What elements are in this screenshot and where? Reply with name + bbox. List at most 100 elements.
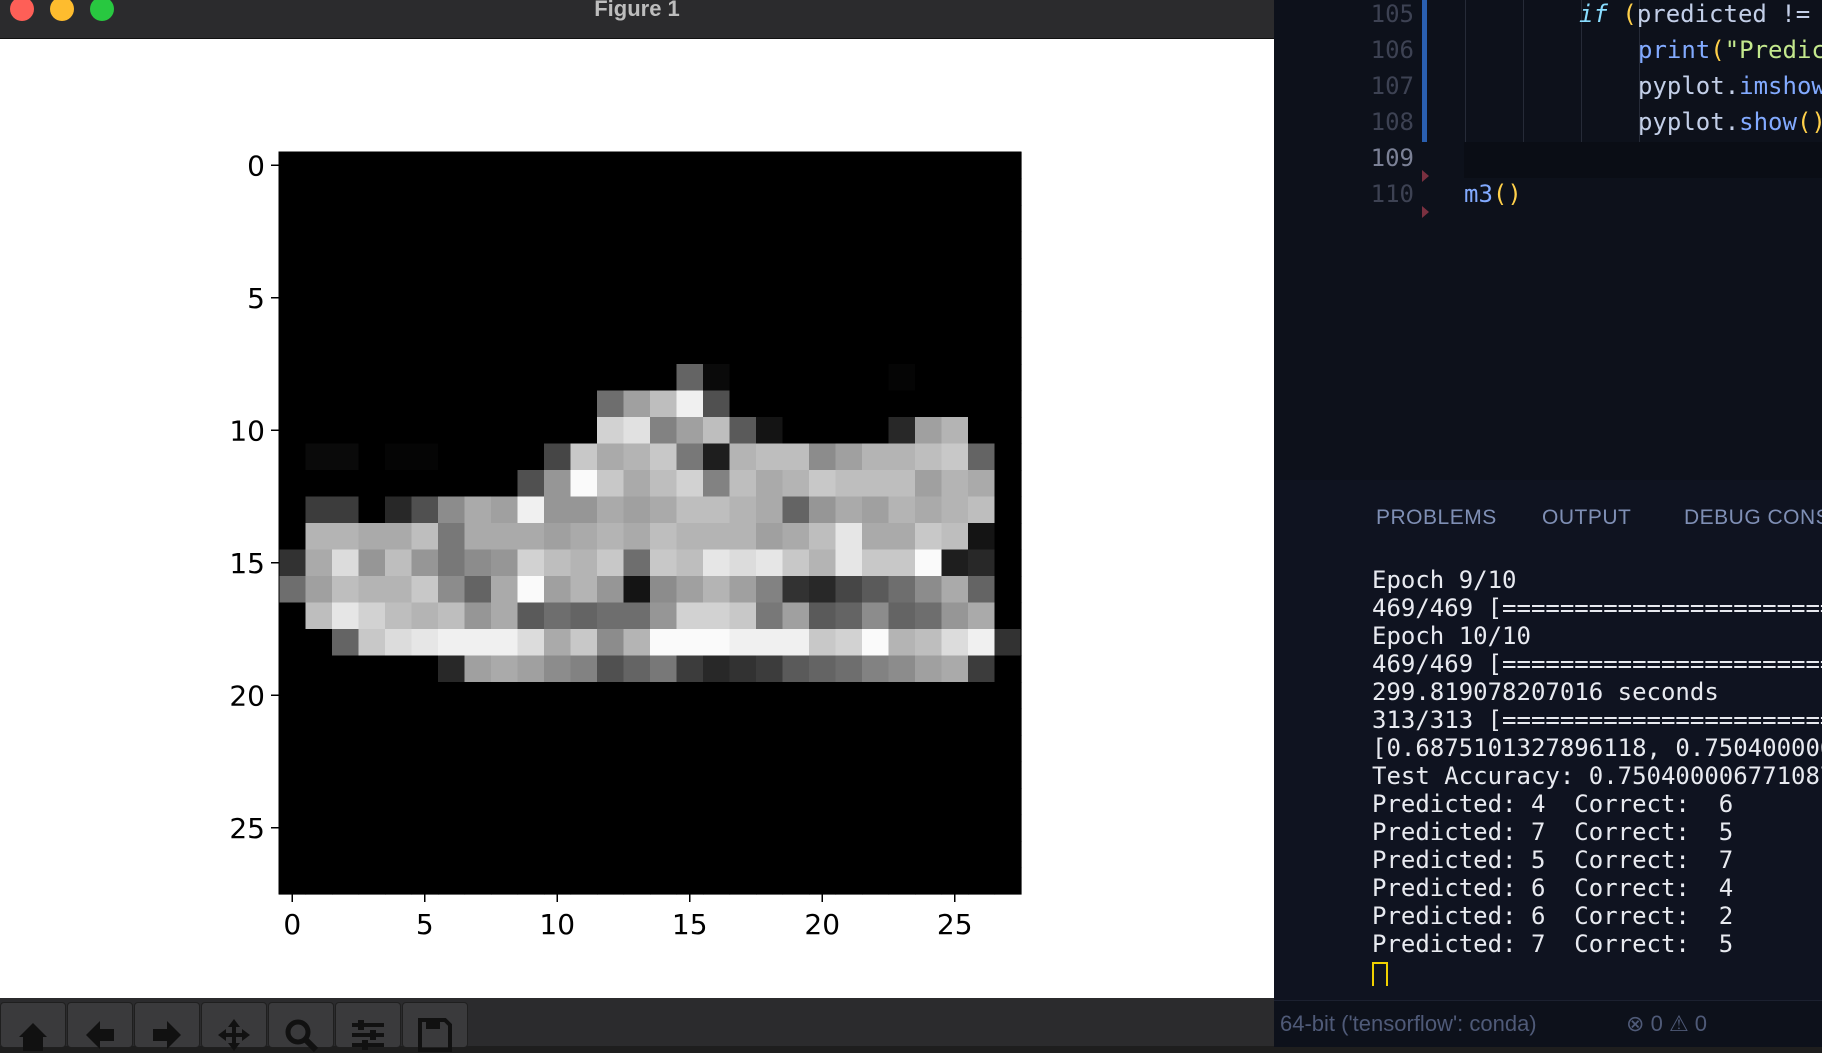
heatmap-cell [623, 496, 651, 524]
heatmap-cell [862, 205, 890, 233]
heatmap-cell [650, 761, 678, 789]
heatmap-cell [835, 337, 863, 365]
heatmap-cell [358, 549, 386, 577]
heatmap-cell [915, 284, 943, 312]
heatmap-cell [888, 708, 916, 736]
heatmap-cell [835, 496, 863, 524]
x-axis: 0 5 10 15 20 25 [283, 894, 973, 941]
heatmap-cell [279, 602, 307, 630]
heatmap-cell [676, 364, 704, 392]
heatmap-cell [279, 576, 307, 604]
heatmap-cell [517, 841, 545, 869]
heatmap-cell [597, 708, 625, 736]
tab-output[interactable]: OUTPUT [1542, 506, 1631, 530]
keyword: if [1579, 0, 1608, 28]
heatmap-cell [438, 841, 466, 869]
heatmap-cell [438, 576, 466, 604]
heatmap-cell [332, 152, 360, 180]
heatmap-cell [279, 655, 307, 683]
heatmap-cell [597, 682, 625, 710]
heatmap-cell [517, 814, 545, 842]
heatmap-cell [835, 629, 863, 657]
heatmap-cell [438, 496, 466, 524]
heatmap-cell [835, 417, 863, 445]
heatmap-cell [835, 258, 863, 286]
heatmap-cell [305, 523, 333, 551]
heatmap-cell [915, 576, 943, 604]
tab-debug-console[interactable]: DEBUG CONS [1684, 506, 1822, 530]
heatmap-cell [968, 205, 996, 233]
heatmap-cell [305, 841, 333, 869]
heatmap-cell [941, 311, 969, 339]
heatmap-cell [464, 284, 492, 312]
heatmap-cell [729, 549, 757, 577]
bottom-panel: PROBLEMS OUTPUT DEBUG CONS Epoch 9/10 469… [1274, 480, 1822, 1000]
heatmap-cell [570, 682, 598, 710]
heatmap-cell [570, 629, 598, 657]
heatmap-cell [862, 788, 890, 816]
heatmap-cell [279, 867, 307, 895]
heatmap-cell [623, 178, 651, 206]
heatmap-cell [305, 867, 333, 895]
heatmap-cell [650, 841, 678, 869]
heatmap-cell [676, 284, 704, 312]
terminal-line: Predicted: 7 Correct: 5 [1372, 818, 1734, 846]
heatmap-cell [782, 523, 810, 551]
heatmap-cell [782, 735, 810, 763]
heatmap-cell [888, 231, 916, 259]
heatmap-cell [358, 152, 386, 180]
zoom-button[interactable] [268, 1002, 334, 1053]
heatmap-cell [597, 337, 625, 365]
tab-problems[interactable]: PROBLEMS [1376, 506, 1497, 530]
terminal-output[interactable]: Epoch 9/10 469/469 [=====================… [1372, 566, 1822, 986]
image-heatmap [279, 152, 1022, 895]
heatmap-cell [703, 390, 731, 418]
save-figure-button[interactable] [402, 1002, 468, 1052]
heatmap-cell [358, 602, 386, 630]
heatmap-cell [782, 549, 810, 577]
heatmap-cell [782, 761, 810, 789]
heatmap-cell [385, 549, 413, 577]
terminal-line: Test Accuracy: 0.7504000067710876 [1372, 762, 1822, 790]
heatmap-cell [464, 496, 492, 524]
heatmap-cell [464, 364, 492, 392]
heatmap-cell [915, 258, 943, 286]
heatmap-cell [279, 629, 307, 657]
heatmap-cell [994, 814, 1022, 842]
pan-button[interactable] [201, 1002, 267, 1051]
heatmap-cell [464, 178, 492, 206]
line-number: 109 [1370, 144, 1414, 172]
heatmap-cell [411, 205, 439, 233]
heatmap-cell [835, 523, 863, 551]
heatmap-cell [915, 443, 943, 471]
heatmap-cell [650, 311, 678, 339]
heatmap-cell [491, 867, 519, 895]
forward-button[interactable] [134, 1002, 200, 1049]
heatmap-cell [544, 231, 572, 259]
heatmap-cell [332, 417, 360, 445]
heatmap-cell [650, 443, 678, 471]
heatmap-cell [915, 390, 943, 418]
heatmap-cell [915, 735, 943, 763]
heatmap-cell [438, 708, 466, 736]
home-button[interactable] [0, 1002, 66, 1051]
python-interpreter-status[interactable]: 64-bit ('tensorflow': conda) [1280, 1011, 1537, 1037]
window-titlebar[interactable]: Figure 1 [0, 0, 1274, 39]
back-button[interactable] [67, 1002, 133, 1049]
code-editor[interactable]: 105 106 107 108 109 110 if (predicted !=… [1274, 0, 1822, 480]
heatmap-cell [968, 576, 996, 604]
heatmap-cell [411, 549, 439, 577]
heatmap-cell [756, 152, 784, 180]
window-title: Figure 1 [594, 0, 680, 21]
function-name: show [1739, 108, 1797, 136]
heatmap-cell [756, 629, 784, 657]
problems-status[interactable]: ⊗ 0 ⚠ 0 [1626, 1011, 1707, 1037]
heatmap-cell [915, 629, 943, 657]
heatmap-cell [862, 337, 890, 365]
heatmap-cell [756, 284, 784, 312]
heatmap-cell [888, 735, 916, 763]
configure-subplots-button[interactable] [335, 1002, 401, 1050]
heatmap-cell [809, 523, 837, 551]
heatmap-cell [968, 841, 996, 869]
heatmap-cell [517, 867, 545, 895]
